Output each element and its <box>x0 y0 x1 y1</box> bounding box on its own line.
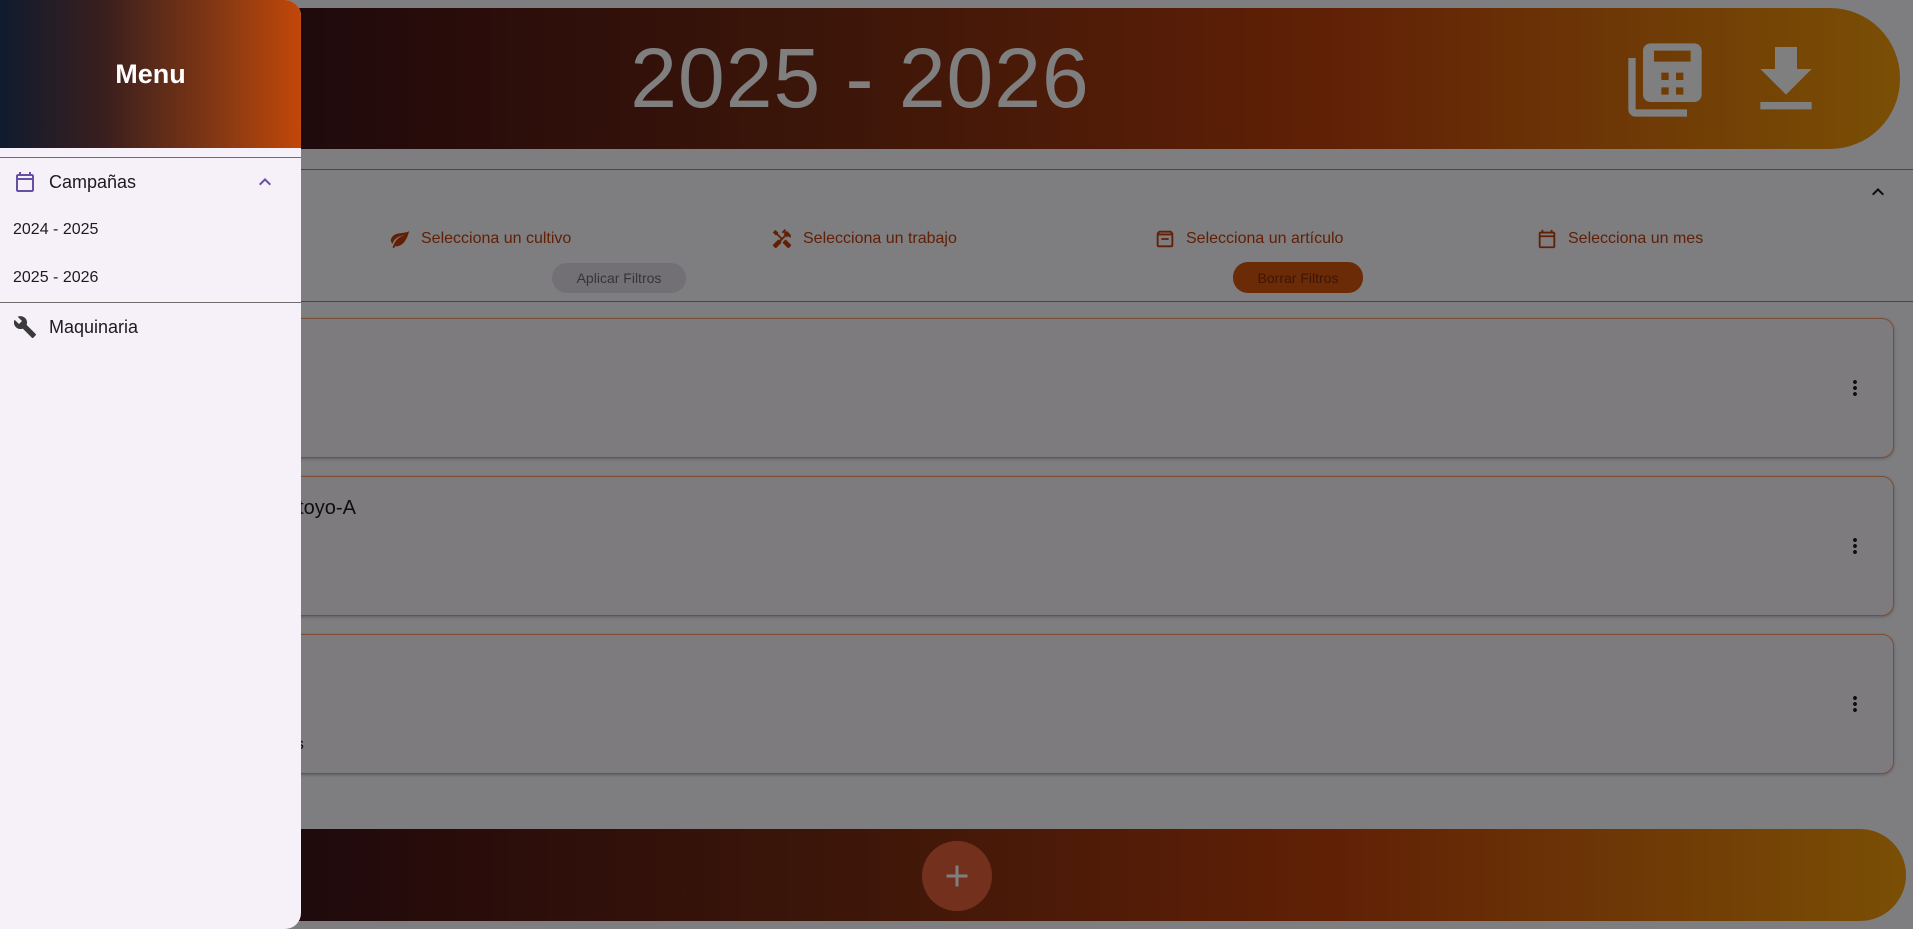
menu-item-campaigns[interactable]: Campañas <box>0 159 301 205</box>
drawer-title: Menu <box>115 58 186 89</box>
menu-item-machinery[interactable]: Maquinaria <box>0 304 301 350</box>
menu-item-label: Campañas <box>49 171 137 192</box>
campaign-item-2024-2025[interactable]: 2024 - 2025 <box>13 221 98 239</box>
drawer-divider <box>0 302 301 303</box>
drawer-divider <box>0 157 301 158</box>
chevron-up-icon[interactable] <box>253 170 277 194</box>
nav-drawer: Menu Campañas 2024 - 2025 2025 - 2026 Ma… <box>0 0 301 929</box>
drawer-header: Menu <box>0 0 301 148</box>
calendar-icon <box>16 172 34 192</box>
wrench-icon <box>13 316 36 338</box>
menu-item-label: Maquinaria <box>49 316 139 337</box>
app-root: 2025 - 2026 Selecciona un cultivo Selecc… <box>0 0 1913 929</box>
campaign-item-2025-2026[interactable]: 2025 - 2026 <box>13 269 98 287</box>
